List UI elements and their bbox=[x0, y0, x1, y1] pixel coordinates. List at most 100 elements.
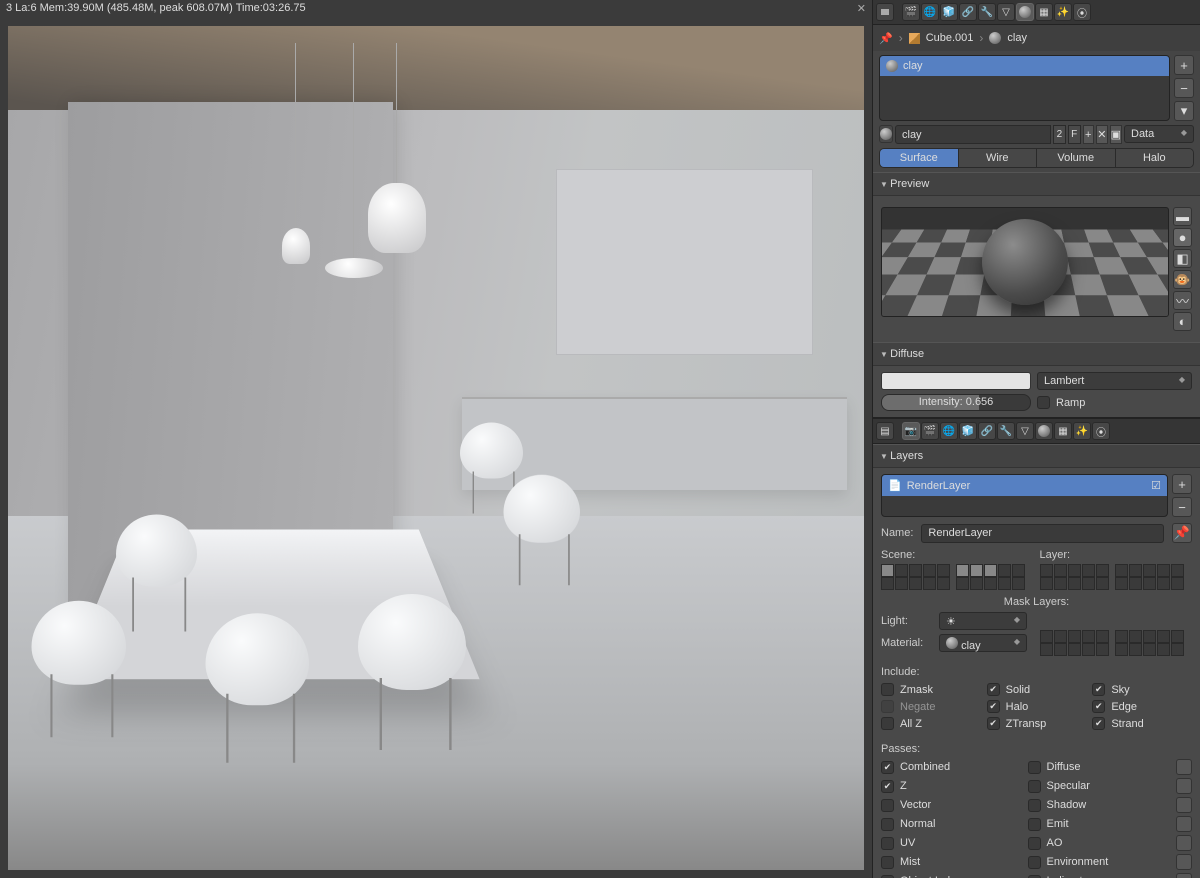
pass-emit[interactable]: Emit bbox=[1028, 816, 1167, 832]
object-tab-icon[interactable]: 🧊 bbox=[940, 3, 958, 21]
tab-surface[interactable]: Surface bbox=[880, 149, 959, 167]
modifiers-tab-icon[interactable]: 🔧 bbox=[978, 3, 996, 21]
tab-volume[interactable]: Volume bbox=[1037, 149, 1116, 167]
preview-hair-icon[interactable]: 〰 bbox=[1173, 291, 1192, 310]
user-count[interactable]: 2 bbox=[1053, 125, 1066, 144]
render-viewport[interactable] bbox=[8, 26, 864, 870]
layers-panel-header[interactable]: Layers bbox=[873, 444, 1200, 468]
add-slot-button[interactable]: + bbox=[1174, 55, 1194, 75]
pass-normal[interactable]: Normal bbox=[881, 816, 1020, 832]
link-menu[interactable]: Data bbox=[1124, 125, 1194, 143]
pass-shadow[interactable]: Shadow bbox=[1028, 797, 1167, 813]
render-tab-icon[interactable] bbox=[876, 3, 894, 21]
visible-layer-grid-row2[interactable] bbox=[1040, 577, 1193, 590]
scene-tab-icon[interactable]: 🎬 bbox=[921, 422, 939, 440]
pass-mist[interactable]: Mist bbox=[881, 854, 1020, 870]
material-tab-icon[interactable] bbox=[1016, 3, 1034, 21]
pass-exclude-diffuse[interactable] bbox=[1176, 759, 1192, 775]
particles-tab-icon[interactable]: ✨ bbox=[1073, 422, 1091, 440]
scene-tab-icon[interactable]: 🎬 bbox=[902, 3, 920, 21]
pin-icon[interactable]: 📌 bbox=[879, 32, 893, 45]
material-slot-list[interactable]: clay bbox=[879, 55, 1170, 121]
crumb-material[interactable]: clay bbox=[1007, 32, 1027, 44]
preview-sky-icon[interactable]: ◐ bbox=[1173, 312, 1192, 331]
object-tab-icon[interactable]: 🧊 bbox=[959, 422, 977, 440]
new-material-button[interactable]: + bbox=[1083, 125, 1095, 144]
intensity-slider[interactable]: Intensity: 0.656 bbox=[881, 394, 1031, 411]
preview-panel-header[interactable]: Preview bbox=[873, 172, 1200, 196]
editor-type-icon[interactable]: ▤ bbox=[876, 422, 894, 440]
include-strand[interactable]: Strand bbox=[1092, 716, 1192, 731]
fake-user-toggle[interactable]: F bbox=[1068, 125, 1081, 144]
unlink-material-button[interactable]: ✕ bbox=[1096, 125, 1108, 144]
scene-layer-grid-row2[interactable] bbox=[881, 577, 1034, 590]
physics-tab-icon[interactable]: ⦿ bbox=[1073, 3, 1091, 21]
texture-tab-icon[interactable]: ▦ bbox=[1054, 422, 1072, 440]
pass-exclude-specular[interactable] bbox=[1176, 778, 1192, 794]
slot-menu-button[interactable]: ▾ bbox=[1174, 101, 1194, 121]
remove-layer-button[interactable]: − bbox=[1172, 497, 1192, 517]
diffuse-color-swatch[interactable] bbox=[881, 372, 1031, 390]
close-render-icon[interactable]: ✕ bbox=[857, 2, 866, 16]
pass-exclude-emit[interactable] bbox=[1176, 816, 1192, 832]
include-solid[interactable]: Solid bbox=[987, 682, 1087, 697]
material-slot-item[interactable]: clay bbox=[880, 56, 1169, 76]
include-sky[interactable]: Sky bbox=[1092, 682, 1192, 697]
material-override-menu[interactable]: clay bbox=[939, 634, 1027, 652]
texture-tab-icon[interactable]: ▦ bbox=[1035, 3, 1053, 21]
pass-environment[interactable]: Environment bbox=[1028, 854, 1167, 870]
light-override-menu[interactable]: ☀ bbox=[939, 612, 1027, 630]
pass-vector[interactable]: Vector bbox=[881, 797, 1020, 813]
pass-indirect[interactable]: Indirect bbox=[1028, 873, 1167, 878]
material-name-field[interactable] bbox=[895, 125, 1051, 144]
diffuse-panel-header[interactable]: Diffuse bbox=[873, 342, 1200, 366]
ramp-toggle[interactable]: Ramp bbox=[1037, 395, 1085, 410]
pass-z[interactable]: Z bbox=[881, 778, 1020, 794]
constraints-tab-icon[interactable]: 🔗 bbox=[959, 3, 977, 21]
add-layer-button[interactable]: + bbox=[1172, 474, 1192, 494]
constraints-tab-icon[interactable]: 🔗 bbox=[978, 422, 996, 440]
pass-ao[interactable]: AO bbox=[1028, 835, 1167, 851]
pass-diffuse[interactable]: Diffuse bbox=[1028, 759, 1167, 775]
include-zmask[interactable]: Zmask bbox=[881, 682, 981, 697]
particles-tab-icon[interactable]: ✨ bbox=[1054, 3, 1072, 21]
pass-exclude-environment[interactable] bbox=[1176, 854, 1192, 870]
tab-wire[interactable]: Wire bbox=[959, 149, 1038, 167]
tab-halo[interactable]: Halo bbox=[1116, 149, 1194, 167]
render-tab-icon[interactable]: 📷 bbox=[902, 422, 920, 440]
preview-sphere-icon[interactable]: ● bbox=[1173, 228, 1192, 247]
preview-flat-icon[interactable]: ▬ bbox=[1173, 207, 1192, 226]
data-tab-icon[interactable]: ▽ bbox=[997, 3, 1015, 21]
pass-exclude-shadow[interactable] bbox=[1176, 797, 1192, 813]
include-ztransp[interactable]: ZTransp bbox=[987, 716, 1087, 731]
pass-combined[interactable]: Combined bbox=[881, 759, 1020, 775]
preview-monkey-icon[interactable]: 🐵 bbox=[1173, 270, 1192, 289]
include-halo[interactable]: Halo bbox=[987, 699, 1087, 714]
mask-layer-grid[interactable] bbox=[1040, 630, 1193, 643]
include-allz[interactable]: All Z bbox=[881, 716, 981, 731]
world-tab-icon[interactable]: 🌐 bbox=[921, 3, 939, 21]
scene-layer-grid[interactable] bbox=[881, 564, 1034, 577]
diffuse-shader-menu[interactable]: Lambert bbox=[1037, 372, 1192, 390]
renderlayer-item[interactable]: 📄 RenderLayer ☑ bbox=[882, 475, 1167, 496]
pass-specular[interactable]: Specular bbox=[1028, 778, 1167, 794]
pin-layer-icon[interactable]: 📌 bbox=[1172, 523, 1192, 543]
renderlayer-enable-toggle[interactable]: ☑ bbox=[1151, 479, 1161, 492]
browse-material-icon[interactable] bbox=[879, 125, 893, 143]
pass-exclude-indirect[interactable] bbox=[1176, 873, 1192, 878]
physics-tab-icon[interactable]: ⦿ bbox=[1092, 422, 1110, 440]
data-tab-icon[interactable]: ▽ bbox=[1016, 422, 1034, 440]
world-tab-icon[interactable]: 🌐 bbox=[940, 422, 958, 440]
modifiers-tab-icon[interactable]: 🔧 bbox=[997, 422, 1015, 440]
layer-name-field[interactable] bbox=[921, 524, 1164, 543]
crumb-object[interactable]: Cube.001 bbox=[926, 32, 974, 44]
remove-slot-button[interactable]: − bbox=[1174, 78, 1194, 98]
node-toggle-icon[interactable]: ▣ bbox=[1110, 125, 1122, 144]
pass-exclude-ao[interactable] bbox=[1176, 835, 1192, 851]
pass-uv[interactable]: UV bbox=[881, 835, 1020, 851]
material-tab-icon[interactable] bbox=[1035, 422, 1053, 440]
include-edge[interactable]: Edge bbox=[1092, 699, 1192, 714]
renderlayer-list[interactable]: 📄 RenderLayer ☑ bbox=[881, 474, 1168, 517]
preview-cube-icon[interactable]: ◧ bbox=[1173, 249, 1192, 268]
mask-layer-grid-row2[interactable] bbox=[1040, 643, 1193, 656]
